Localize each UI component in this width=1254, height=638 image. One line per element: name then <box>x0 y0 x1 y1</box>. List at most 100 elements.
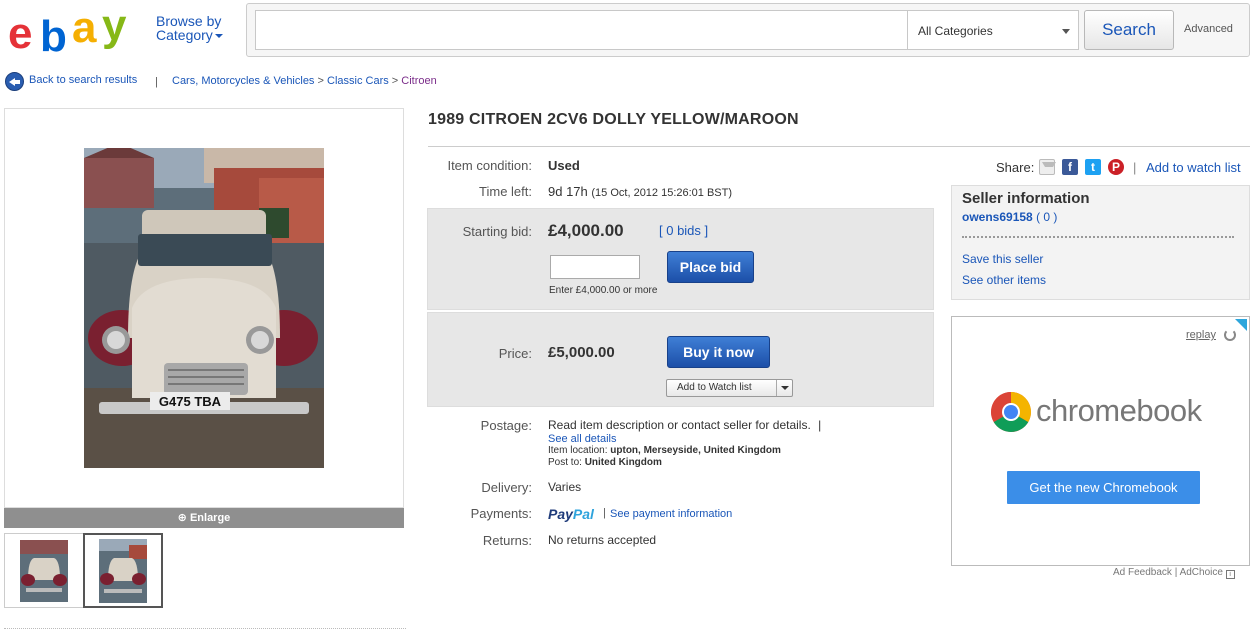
payment-info-link[interactable]: See payment information <box>610 508 732 520</box>
chrome-logo-icon <box>991 392 1031 432</box>
back-to-results-link[interactable]: Back to search results <box>29 74 137 86</box>
postage-text: Read item description or contact seller … <box>548 418 811 432</box>
postage-sep: | <box>818 418 822 432</box>
thumbnail-1[interactable] <box>4 533 84 608</box>
watch-button-label: Add to Watch list <box>677 382 752 393</box>
divider <box>4 628 406 629</box>
adchoice-link[interactable]: AdChoice <box>1180 567 1223 578</box>
advertisement[interactable]: replay chromebook Get the new Chromebook <box>951 316 1250 566</box>
replay-link[interactable]: replay <box>1186 329 1216 341</box>
ebay-logo[interactable]: e b a y <box>6 0 148 56</box>
other-items-link[interactable]: See other items <box>962 273 1046 287</box>
place-bid-button[interactable]: Place bid <box>667 251 754 283</box>
zoom-icon: ⊕ <box>177 512 190 524</box>
postage-label: Postage: <box>480 418 532 433</box>
browse-line1: Browse by <box>156 13 222 29</box>
divider <box>776 380 777 396</box>
delivery-label: Delivery: <box>481 480 532 495</box>
time-left-label: Time left: <box>479 184 532 199</box>
paypal-logo: PayPal <box>548 506 594 522</box>
enlarge-label: Enlarge <box>189 512 231 524</box>
get-chromebook-button[interactable]: Get the new Chromebook <box>1007 471 1200 504</box>
breadcrumb-citroen[interactable]: Citroen <box>401 75 436 87</box>
main-image-frame[interactable]: G475 TBA <box>4 108 404 508</box>
bid-amount-input[interactable] <box>550 255 640 279</box>
payments-label: Payments: <box>470 506 532 521</box>
condition-label: Item condition: <box>447 158 532 173</box>
time-left: 9d 17h <box>548 184 588 199</box>
paypal-pal: Pal <box>572 506 594 522</box>
post-to: Post to: United Kingdom <box>548 457 662 468</box>
bid-hint: Enter £4,000.00 or more <box>549 285 658 296</box>
facebook-icon[interactable]: f <box>1062 159 1078 175</box>
adchoice-icon[interactable]: i <box>1225 570 1235 579</box>
add-to-watch-list-link[interactable]: Add to watch list <box>1146 160 1241 175</box>
price-value: £5,000.00 <box>548 344 615 361</box>
browse-by-category[interactable]: Browse by Category <box>156 14 223 42</box>
delivery-value: Varies <box>548 480 582 494</box>
location-value: upton, Merseyside, United Kingdom <box>610 445 781 456</box>
bid-history-link[interactable]: [ 0 bids ] <box>659 223 708 238</box>
search-button[interactable]: Search <box>1084 10 1174 50</box>
payment-sep: | <box>603 507 606 519</box>
post-to-value: United Kingdom <box>584 457 662 468</box>
car-photo[interactable]: G475 TBA <box>84 148 324 468</box>
svg-text:b: b <box>40 12 66 56</box>
pinterest-icon[interactable]: P <box>1108 159 1124 175</box>
search-bar: All Categories Search Advanced <box>246 3 1250 57</box>
breadcrumb-cars[interactable]: Cars, Motorcycles & Vehicles <box>172 75 314 87</box>
ad-footer: Ad Feedback | AdChoice i <box>1113 567 1235 579</box>
seller-info-panel: Seller information owens69158 ( 0 ) Save… <box>951 185 1250 300</box>
back-arrow-icon[interactable] <box>5 72 24 91</box>
caret-down-icon <box>214 34 223 39</box>
twitter-icon[interactable]: t <box>1085 159 1101 175</box>
dropdown-arrow-icon[interactable] <box>781 386 789 390</box>
postage-value: Read item description or contact seller … <box>548 418 821 432</box>
browse-line2: Category <box>156 27 213 43</box>
seller-username[interactable]: owens69158 <box>962 210 1033 224</box>
share-label: Share: <box>996 160 1035 175</box>
thumbnail-2[interactable] <box>83 533 163 608</box>
replay-icon[interactable] <box>1224 329 1236 341</box>
adchoices-icon[interactable] <box>1235 319 1247 331</box>
location-label: Item location: <box>548 445 608 456</box>
condition-value: Used <box>548 158 580 173</box>
save-seller-link[interactable]: Save this seller <box>962 252 1043 266</box>
end-time: (15 Oct, 2012 15:26:01 BST) <box>591 187 733 199</box>
breadcrumb-classic-cars[interactable]: Classic Cars <box>327 75 389 87</box>
seller-name-line: owens69158 ( 0 ) <box>962 210 1057 224</box>
seller-info-title: Seller information <box>962 190 1090 207</box>
buy-it-now-button[interactable]: Buy it now <box>667 336 770 368</box>
dropdown-arrow-icon <box>1062 29 1070 34</box>
ad-footer-sep: | <box>1174 567 1178 578</box>
email-icon[interactable] <box>1039 159 1056 175</box>
breadcrumb-gt: > <box>317 75 324 87</box>
starting-bid-label: Starting bid: <box>462 224 532 239</box>
seller-feedback[interactable]: ( 0 ) <box>1036 210 1057 224</box>
advanced-search-link[interactable]: Advanced <box>1184 23 1233 35</box>
item-location: Item location: upton, Merseyside, United… <box>548 445 781 456</box>
paypal-pay: Pay <box>548 506 573 522</box>
search-input[interactable] <box>255 10 907 50</box>
category-select[interactable]: All Categories <box>907 10 1079 50</box>
returns-label: Returns: <box>482 533 532 548</box>
enlarge-button[interactable]: ⊕ Enlarge <box>4 508 404 528</box>
price-label: Price: <box>498 346 532 361</box>
svg-text:a: a <box>72 3 97 52</box>
ad-feedback-link[interactable]: Ad Feedback <box>1113 567 1172 578</box>
post-to-label: Post to: <box>548 457 582 468</box>
breadcrumb-separator: | <box>155 76 158 88</box>
category-value: All Categories <box>918 24 993 38</box>
license-plate: G475 TBA <box>159 394 222 409</box>
thumbnail-image <box>20 539 68 602</box>
divider <box>428 146 1250 147</box>
item-title: 1989 CITROEN 2CV6 DOLLY YELLOW/MAROON <box>428 111 799 128</box>
starting-bid-value: £4,000.00 <box>548 221 624 240</box>
svg-text:e: e <box>8 9 31 56</box>
thumbnail-image <box>99 538 147 603</box>
returns-value: No returns accepted <box>548 533 657 547</box>
share-separator: | <box>1133 160 1137 175</box>
see-all-details-link[interactable]: See all details <box>548 433 617 445</box>
divider <box>962 236 1234 238</box>
add-to-watch-list-button[interactable]: Add to Watch list <box>666 379 793 397</box>
